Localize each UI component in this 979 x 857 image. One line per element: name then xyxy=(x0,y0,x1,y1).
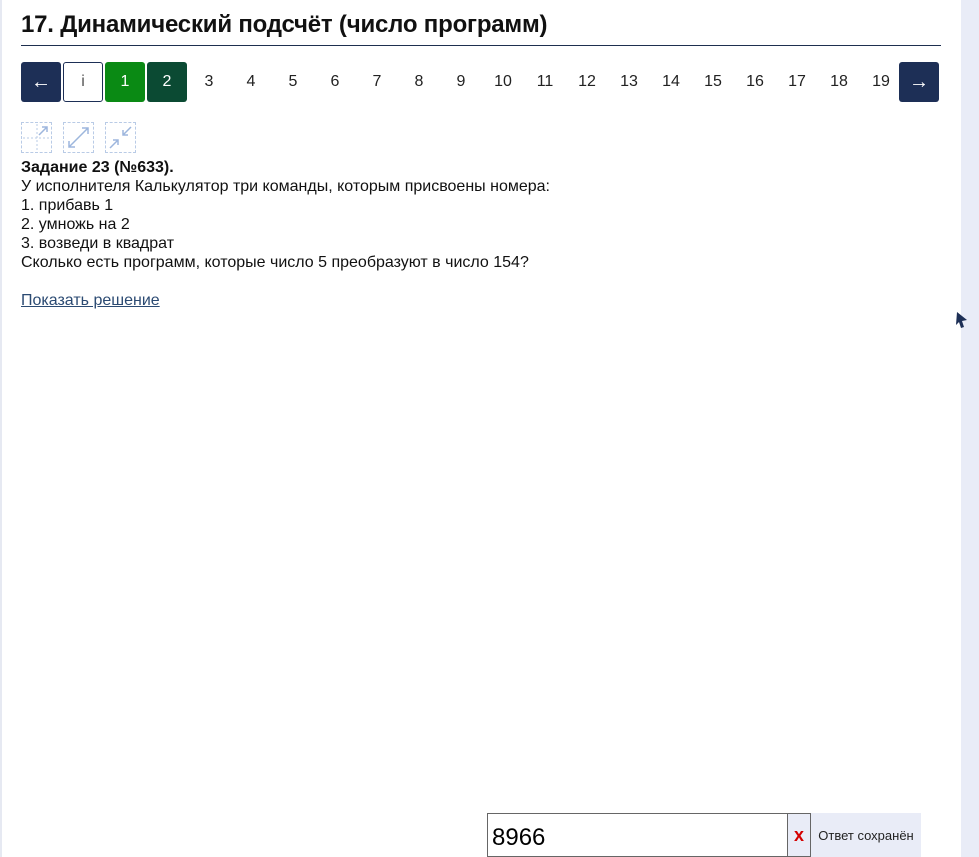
page-button-5[interactable]: 5 xyxy=(273,62,313,102)
collapse-expand-icon[interactable] xyxy=(21,122,52,153)
page-button-15[interactable]: 15 xyxy=(693,62,733,102)
task-line: У исполнителя Калькулятор три команды, к… xyxy=(21,178,550,195)
mouse-cursor-icon xyxy=(956,312,967,328)
page-button-6[interactable]: 6 xyxy=(315,62,355,102)
page-button-14[interactable]: 14 xyxy=(651,62,691,102)
page-button-4[interactable]: 4 xyxy=(231,62,271,102)
prev-button[interactable]: ← xyxy=(21,62,61,102)
page-button-18[interactable]: 18 xyxy=(819,62,859,102)
page-title: 17. Динамический подсчёт (число программ… xyxy=(21,10,941,46)
page-button-13[interactable]: 13 xyxy=(609,62,649,102)
task-statement: Задание 23 (№633). У исполнителя Калькул… xyxy=(21,158,921,272)
task-line: 2. умножь на 2 xyxy=(21,216,130,233)
clear-answer-button[interactable]: x xyxy=(787,813,811,857)
page-button-1[interactable]: 1 xyxy=(105,62,145,102)
page-button-8[interactable]: 8 xyxy=(399,62,439,102)
page-button-2[interactable]: 2 xyxy=(147,62,187,102)
page-button-3[interactable]: 3 xyxy=(189,62,229,102)
page-button-19[interactable]: 19 xyxy=(861,62,901,102)
task-line: 1. прибавь 1 xyxy=(21,197,114,214)
show-solution-link[interactable]: Показать решение xyxy=(21,292,160,310)
page-button-11[interactable]: 11 xyxy=(525,62,565,102)
shrink-icon[interactable] xyxy=(105,122,136,153)
answer-input[interactable] xyxy=(487,813,787,857)
page-button-9[interactable]: 9 xyxy=(441,62,481,102)
page-button-16[interactable]: 16 xyxy=(735,62,775,102)
answer-saved-status: Ответ сохранён xyxy=(811,813,921,857)
answer-panel: x Ответ сохранён xyxy=(487,813,921,857)
scrollbar-track[interactable] xyxy=(961,0,979,857)
page-button-12[interactable]: 12 xyxy=(567,62,607,102)
info-button[interactable]: i xyxy=(63,62,103,102)
next-button[interactable]: → xyxy=(899,62,939,102)
page-button-17[interactable]: 17 xyxy=(777,62,817,102)
task-line: 3. возведи в квадрат xyxy=(21,235,175,252)
task-pager: ← i 1 2 3 4 5 6 7 8 9 10 11 12 13 14 15 … xyxy=(21,62,939,102)
left-border xyxy=(0,0,2,857)
task-line: Сколько есть программ, которые число 5 п… xyxy=(21,254,529,271)
task-heading: Задание 23 (№633). xyxy=(21,159,174,176)
page-button-7[interactable]: 7 xyxy=(357,62,397,102)
page-button-10[interactable]: 10 xyxy=(483,62,523,102)
expand-icon[interactable] xyxy=(63,122,94,153)
